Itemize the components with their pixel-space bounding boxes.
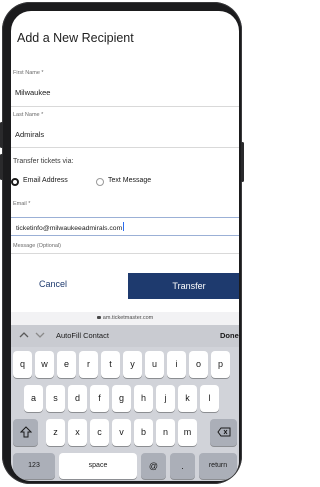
- return-key[interactable]: return: [199, 453, 237, 479]
- email-value: ticketinfo@milwaukeeadmirals.com: [16, 225, 123, 232]
- shift-key[interactable]: [13, 419, 38, 446]
- key-m[interactable]: m: [178, 419, 197, 446]
- first-name-underline: [11, 106, 239, 107]
- key-k[interactable]: k: [178, 385, 197, 412]
- transfer-button[interactable]: Transfer: [128, 273, 239, 299]
- screen: Add a New Recipient First Name * Milwauk…: [11, 11, 239, 481]
- email-field[interactable]: ticketinfo@milwaukeeadmirals.com: [11, 217, 239, 236]
- key-e[interactable]: e: [57, 351, 76, 378]
- done-button[interactable]: Done: [220, 331, 239, 340]
- url-text: am.ticketmaster.com: [102, 315, 154, 321]
- space-key[interactable]: space: [59, 453, 137, 479]
- first-name-label: First Name *: [13, 70, 44, 76]
- last-name-underline: [11, 147, 239, 148]
- email-label: Email *: [13, 201, 31, 207]
- at-key[interactable]: @: [141, 453, 166, 479]
- key-q[interactable]: q: [13, 351, 32, 378]
- radio-email-label: Email Address: [23, 177, 68, 184]
- key-j[interactable]: j: [156, 385, 175, 412]
- radio-email-button[interactable]: [11, 178, 19, 186]
- message-label: Message (Optional): [13, 243, 61, 249]
- autofill-contact-button[interactable]: AutoFill Contact: [56, 331, 109, 340]
- chevron-up-icon[interactable]: [19, 331, 29, 340]
- key-o[interactable]: o: [189, 351, 208, 378]
- browser-url-bar[interactable]: am.ticketmaster.com: [11, 312, 239, 325]
- dot-key[interactable]: .: [170, 453, 195, 479]
- key-s[interactable]: s: [46, 385, 65, 412]
- key-u[interactable]: u: [145, 351, 164, 378]
- key-p[interactable]: p: [211, 351, 230, 378]
- key-r[interactable]: r: [79, 351, 98, 378]
- key-w[interactable]: w: [35, 351, 54, 378]
- shift-icon: [19, 426, 32, 438]
- delete-icon: [216, 427, 230, 437]
- key-a[interactable]: a: [24, 385, 43, 412]
- first-name-field[interactable]: Milwaukee: [15, 88, 50, 97]
- volume-down-button: [0, 154, 3, 180]
- key-y[interactable]: y: [123, 351, 142, 378]
- lock-icon: [96, 316, 101, 319]
- delete-key[interactable]: [210, 419, 237, 446]
- radio-text-label: Text Message: [108, 177, 152, 184]
- numbers-key[interactable]: 123: [13, 453, 55, 479]
- key-f[interactable]: f: [90, 385, 109, 412]
- phone-frame: Add a New Recipient First Name * Milwauk…: [0, 2, 244, 484]
- power-button: [241, 142, 244, 182]
- key-n[interactable]: n: [156, 419, 175, 446]
- key-b[interactable]: b: [134, 419, 153, 446]
- message-field[interactable]: [11, 253, 239, 254]
- key-t[interactable]: t: [101, 351, 120, 378]
- last-name-label: Last Name *: [13, 112, 44, 118]
- last-name-field[interactable]: Admirals: [15, 130, 44, 139]
- key-v[interactable]: v: [112, 419, 131, 446]
- cancel-button[interactable]: Cancel: [39, 279, 67, 289]
- key-c[interactable]: c: [90, 419, 109, 446]
- page-title: Add a New Recipient: [17, 31, 134, 45]
- key-x[interactable]: x: [68, 419, 87, 446]
- text-caret: [123, 222, 125, 231]
- key-h[interactable]: h: [134, 385, 153, 412]
- key-l[interactable]: l: [200, 385, 219, 412]
- chevron-down-icon[interactable]: [35, 332, 45, 341]
- keyboard-accessory-bar: AutoFill Contact Done: [11, 325, 239, 347]
- transfer-via-label: Transfer tickets via:: [13, 158, 74, 165]
- radio-text-button[interactable]: [96, 178, 104, 186]
- key-i[interactable]: i: [167, 351, 186, 378]
- key-z[interactable]: z: [46, 419, 65, 446]
- key-d[interactable]: d: [68, 385, 87, 412]
- volume-up-button: [0, 122, 3, 148]
- key-g[interactable]: g: [112, 385, 131, 412]
